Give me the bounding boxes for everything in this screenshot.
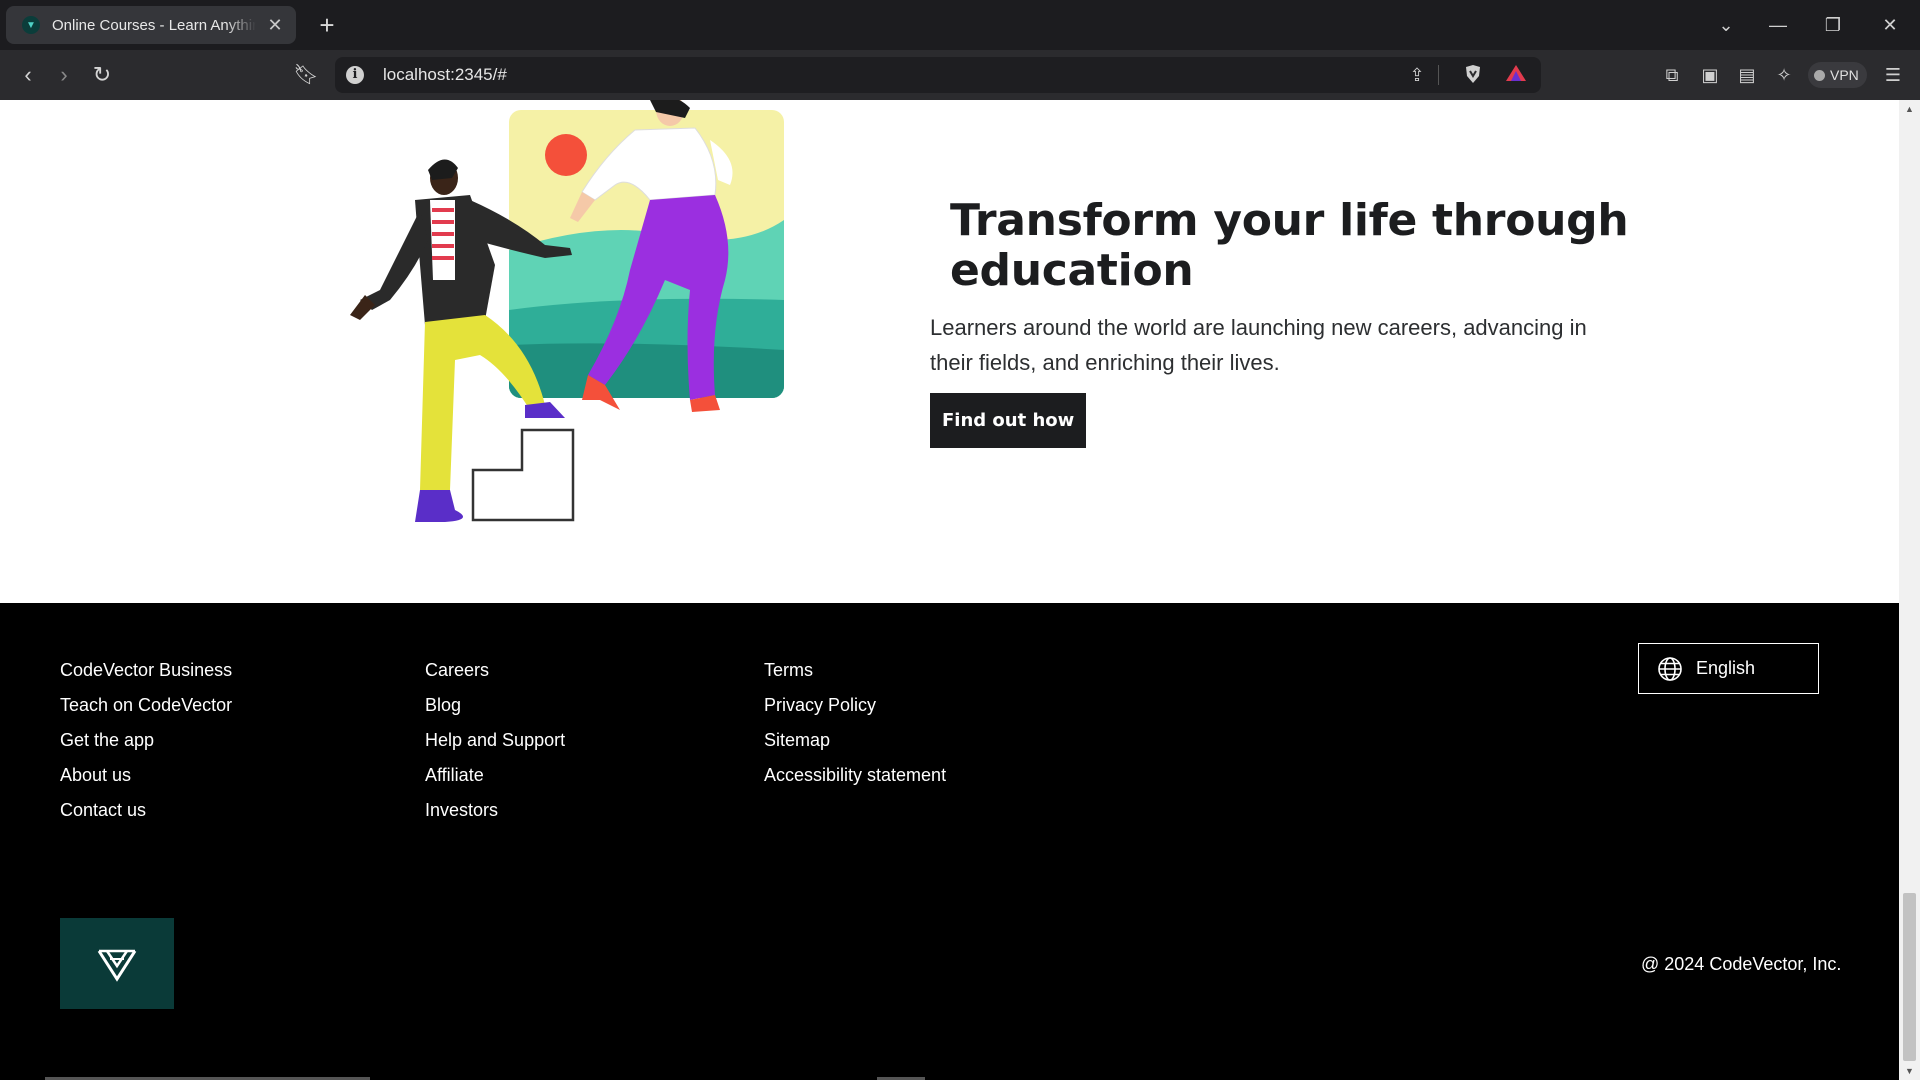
footer-link-privacy-policy[interactable]: Privacy Policy <box>764 688 946 723</box>
browser-tab[interactable]: ▼ Online Courses - Learn Anything ✕ <box>6 6 296 44</box>
hero-description: Learners around the world are launching … <box>930 315 1587 375</box>
hero-illustration <box>350 100 784 522</box>
restore-button[interactable]: ❐ <box>1818 12 1848 38</box>
codevector-logo-icon <box>97 949 137 982</box>
address-divider <box>1438 65 1439 85</box>
brave-shield-icon[interactable] <box>1461 64 1485 86</box>
scroll-down-arrow-icon[interactable]: ▼ <box>1899 1064 1920 1078</box>
footer-link-get-app[interactable]: Get the app <box>60 723 232 758</box>
site-info-icon[interactable]: i <box>346 66 364 84</box>
address-bar[interactable]: i localhost:2345/# ⇪ <box>335 57 1541 93</box>
wallet-icon[interactable]: ▤ <box>1734 63 1760 87</box>
codevector-favicon-icon: ▼ <box>22 16 40 34</box>
footer-link-teach[interactable]: Teach on CodeVector <box>60 688 232 723</box>
url-text[interactable]: localhost:2345/# <box>383 65 507 85</box>
footer-link-help-support[interactable]: Help and Support <box>425 723 565 758</box>
menu-icon[interactable]: ☰ <box>1880 63 1906 87</box>
hero-section: Transform your life through education Le… <box>930 196 1630 448</box>
browser-tab-bar: ▼ Online Courses - Learn Anything ✕ + ⌄ … <box>0 0 1920 50</box>
tab-title: Online Courses - Learn Anything <box>52 16 256 34</box>
find-out-how-button[interactable]: Find out how <box>930 393 1087 448</box>
footer-link-contact-us[interactable]: Contact us <box>60 793 232 828</box>
footer-link-blog[interactable]: Blog <box>425 688 565 723</box>
extensions-icon[interactable]: ⧉ <box>1659 63 1685 87</box>
hero-title: Transform your life through education <box>950 195 1629 296</box>
close-tab-icon[interactable]: ✕ <box>264 15 286 36</box>
back-button[interactable]: ‹ <box>12 60 44 90</box>
footer-link-careers[interactable]: Careers <box>425 653 565 688</box>
vpn-label: VPN <box>1830 67 1859 83</box>
globe-icon <box>1658 656 1682 681</box>
language-selector-button[interactable]: English <box>1638 643 1819 694</box>
footer-link-codevector-business[interactable]: CodeVector Business <box>60 653 232 688</box>
page-content: Transform your life through education Le… <box>0 100 1899 1080</box>
close-window-button[interactable]: ✕ <box>1875 12 1905 38</box>
vpn-status-icon <box>1814 69 1825 81</box>
codevector-logo[interactable] <box>60 918 174 1009</box>
tab-search-chevron-icon[interactable]: ⌄ <box>1711 12 1741 38</box>
brave-rewards-icon[interactable] <box>1504 64 1528 86</box>
scroll-up-arrow-icon[interactable]: ▲ <box>1899 102 1920 116</box>
browser-toolbar: ‹ › ↻ 🔖︎ i localhost:2345/# ⇪ ⧉ ▣ ▤ ✧ VP… <box>0 50 1920 100</box>
vertical-scrollbar[interactable]: ▲ ▼ <box>1899 100 1920 1080</box>
footer-link-accessibility[interactable]: Accessibility statement <box>764 758 946 793</box>
new-tab-button[interactable]: + <box>312 10 342 40</box>
footer-column-3: Terms Privacy Policy Sitemap Accessibili… <box>764 653 946 793</box>
footer-link-about-us[interactable]: About us <box>60 758 232 793</box>
footer-link-investors[interactable]: Investors <box>425 793 565 828</box>
footer-link-affiliate[interactable]: Affiliate <box>425 758 565 793</box>
footer-link-sitemap[interactable]: Sitemap <box>764 723 946 758</box>
footer: CodeVector Business Teach on CodeVector … <box>0 603 1899 1080</box>
reload-button[interactable]: ↻ <box>86 60 118 90</box>
language-label: English <box>1696 658 1756 678</box>
minimize-button[interactable]: — <box>1763 12 1793 38</box>
scrollbar-thumb[interactable] <box>1903 893 1916 1061</box>
footer-link-terms[interactable]: Terms <box>764 653 946 688</box>
forward-button[interactable]: › <box>48 60 80 90</box>
bookmark-icon[interactable]: 🔖︎ <box>290 60 322 90</box>
share-icon[interactable]: ⇪ <box>1405 64 1429 86</box>
leo-ai-icon[interactable]: ✧ <box>1771 63 1797 87</box>
footer-column-1: CodeVector Business Teach on CodeVector … <box>60 653 232 828</box>
vpn-button[interactable]: VPN <box>1808 62 1867 88</box>
footer-column-2: Careers Blog Help and Support Affiliate … <box>425 653 565 828</box>
sidebar-icon[interactable]: ▣ <box>1697 63 1723 87</box>
copyright-text: @ 2024 CodeVector, Inc. <box>1641 954 1842 974</box>
